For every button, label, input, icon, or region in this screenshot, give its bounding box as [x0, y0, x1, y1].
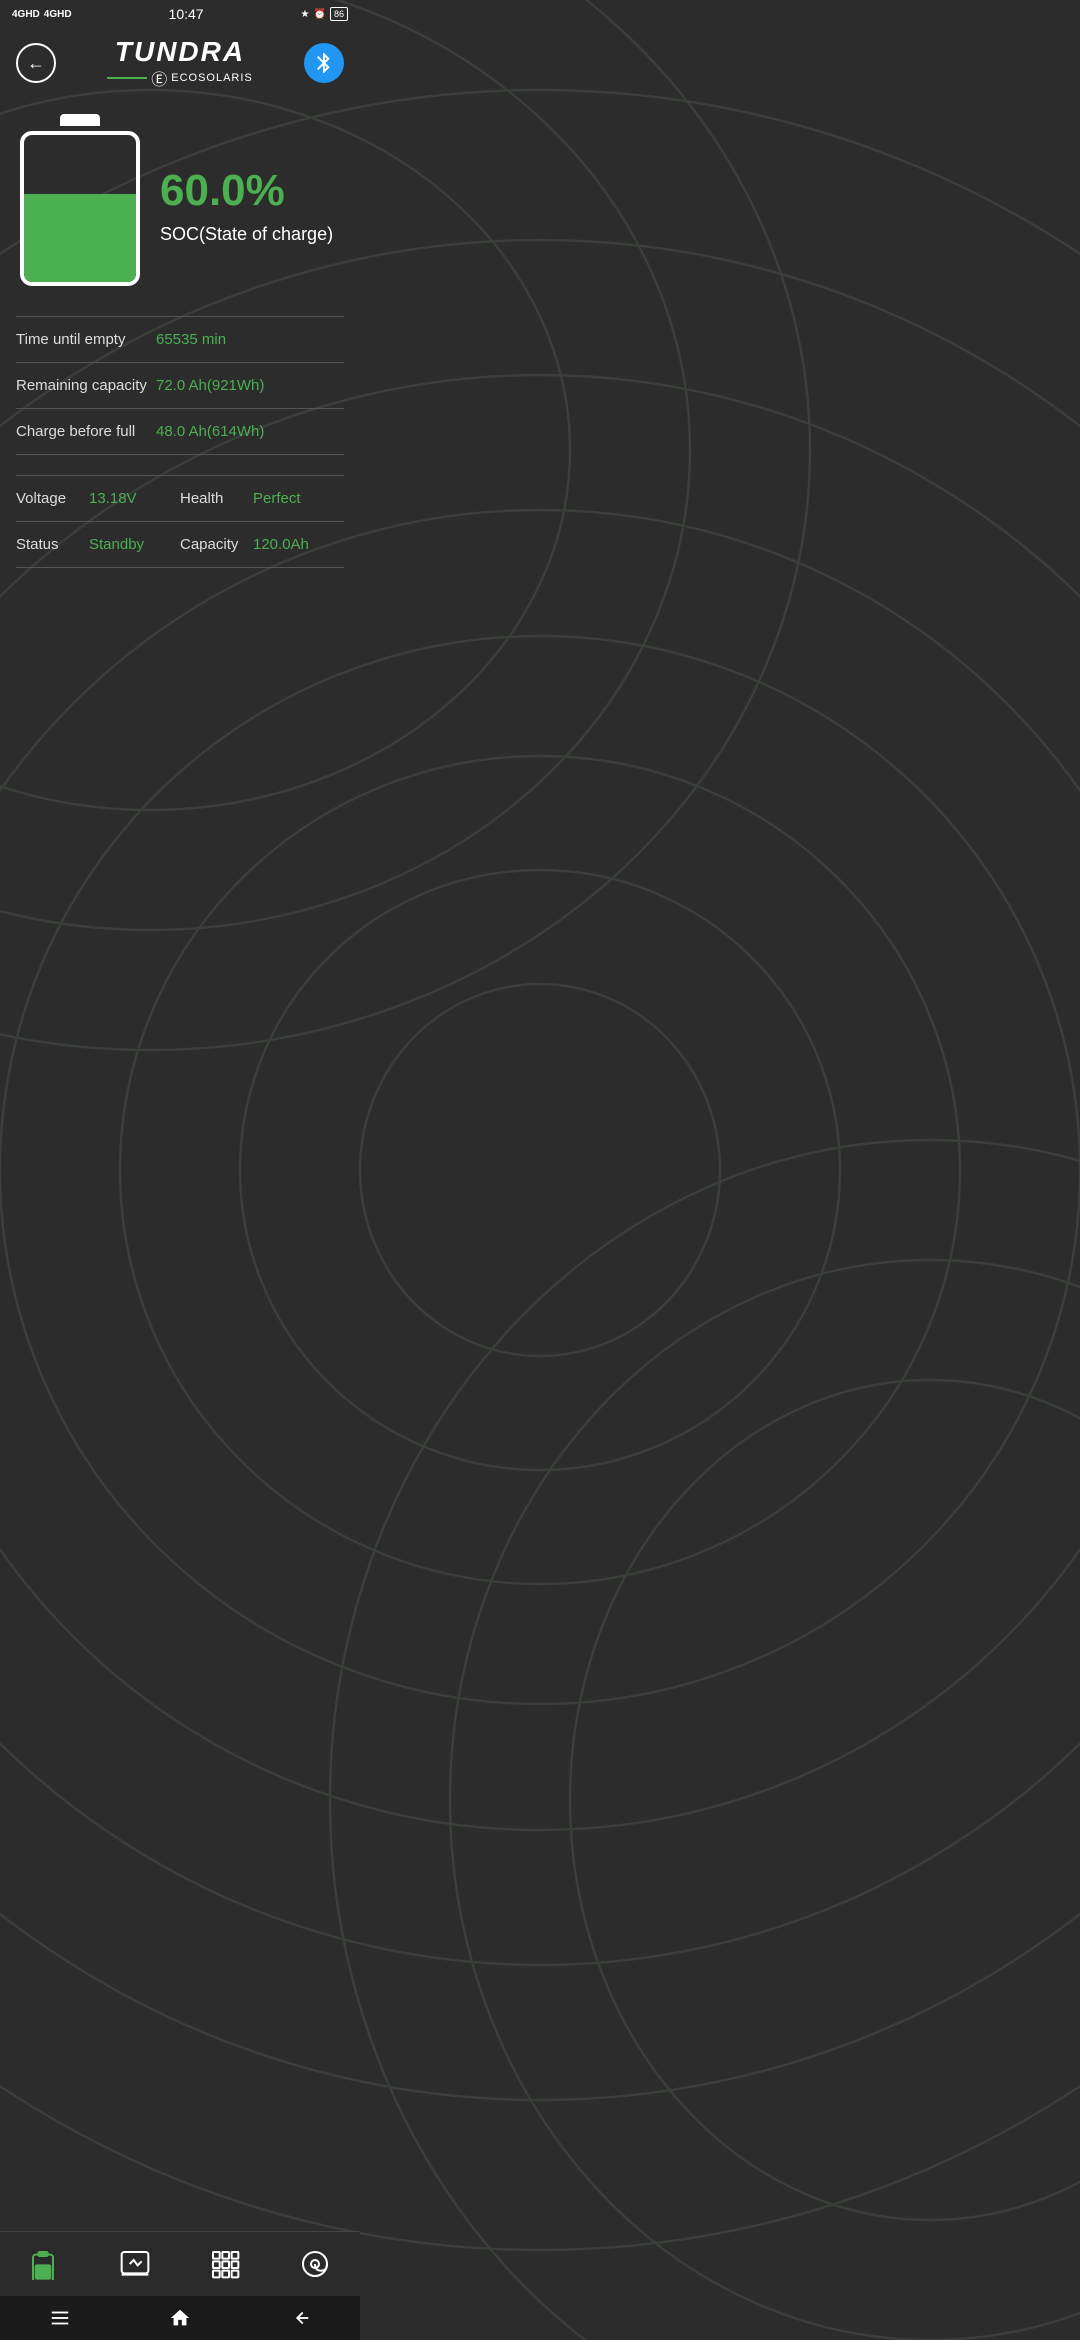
battery-section: 60.0% SOC(State of charge): [0, 106, 360, 316]
time-until-empty-label: Time until empty: [16, 331, 156, 348]
logo-line: [107, 77, 147, 79]
battery-icon: [20, 126, 140, 286]
android-menu-button[interactable]: [40, 2298, 80, 2338]
soc-label: SOC(State of charge): [160, 224, 340, 245]
nav-grid-icon: [209, 2248, 241, 2280]
data-rows: Time until empty 65535 min Remaining cap…: [0, 316, 360, 455]
soc-percent: 60.0%: [160, 167, 340, 215]
android-back-button[interactable]: [280, 2298, 320, 2338]
signal-1: 4GHD: [12, 9, 40, 20]
battery-fill: [24, 194, 136, 282]
health-label: Health: [180, 490, 245, 507]
android-nav-bar: [0, 2296, 360, 2340]
remaining-capacity-row: Remaining capacity 72.0 Ah(921Wh): [16, 362, 344, 408]
nav-monitor-icon: [119, 2248, 151, 2280]
nav-at-icon: [299, 2248, 331, 2280]
charge-before-full-row: Charge before full 48.0 Ah(614Wh): [16, 408, 344, 455]
android-home-button[interactable]: [160, 2298, 200, 2338]
bluetooth-status-icon: ★: [301, 9, 310, 20]
bluetooth-icon: [312, 51, 336, 75]
nav-monitor[interactable]: [107, 2244, 163, 2284]
back-button[interactable]: [16, 43, 56, 83]
signal-2: 4GHD: [44, 9, 72, 20]
voltage-health-row: Voltage 13.18V Health Perfect: [16, 475, 344, 521]
voltage-stat: Voltage 13.18V: [16, 490, 180, 507]
app-header: TUNDRA Ⓔ ECOSOLARIS: [0, 28, 360, 106]
battery-indicator: 86: [330, 7, 348, 21]
battery-terminal: [60, 114, 100, 126]
health-value: Perfect: [253, 490, 301, 507]
nav-battery[interactable]: [17, 2244, 73, 2284]
nav-grid[interactable]: [197, 2244, 253, 2284]
alarm-icon: ⏰: [314, 9, 326, 20]
time-until-empty-value: 65535 min: [156, 331, 226, 348]
stats-grid: Voltage 13.18V Health Perfect Status Sta…: [0, 475, 360, 568]
nav-at[interactable]: [287, 2244, 343, 2284]
logo-icon: Ⓔ: [151, 66, 167, 90]
time-display: 10:47: [169, 6, 204, 22]
remaining-capacity-value: 72.0 Ah(921Wh): [156, 377, 264, 394]
bluetooth-button[interactable]: [304, 43, 344, 83]
logo-title: TUNDRA: [107, 36, 253, 68]
health-stat: Health Perfect: [180, 490, 344, 507]
status-value: Standby: [89, 536, 144, 553]
status-icons: ★ ⏰ 86: [301, 7, 348, 21]
status-stat: Status Standby: [16, 536, 180, 553]
signal-indicators: 4GHD 4GHD: [12, 9, 72, 20]
capacity-label: Capacity: [180, 536, 245, 553]
bottom-nav: [0, 2231, 360, 2296]
voltage-value: 13.18V: [89, 490, 137, 507]
status-label: Status: [16, 536, 81, 553]
battery-info: 60.0% SOC(State of charge): [160, 167, 340, 244]
battery-outer: [20, 131, 140, 286]
logo-sub-text: ECOSOLARIS: [171, 72, 253, 84]
logo-subtitle: Ⓔ ECOSOLARIS: [107, 66, 253, 90]
voltage-label: Voltage: [16, 490, 81, 507]
charge-before-full-value: 48.0 Ah(614Wh): [156, 423, 264, 440]
status-bar: 4GHD 4GHD 10:47 ★ ⏰ 86: [0, 0, 360, 28]
remaining-capacity-label: Remaining capacity: [16, 377, 156, 394]
nav-battery-icon: [29, 2248, 61, 2280]
logo: TUNDRA Ⓔ ECOSOLARIS: [107, 36, 253, 90]
capacity-value: 120.0Ah: [253, 536, 309, 553]
capacity-stat: Capacity 120.0Ah: [180, 536, 344, 553]
time-until-empty-row: Time until empty 65535 min: [16, 316, 344, 362]
charge-before-full-label: Charge before full: [16, 423, 156, 440]
status-capacity-row: Status Standby Capacity 120.0Ah: [16, 521, 344, 568]
